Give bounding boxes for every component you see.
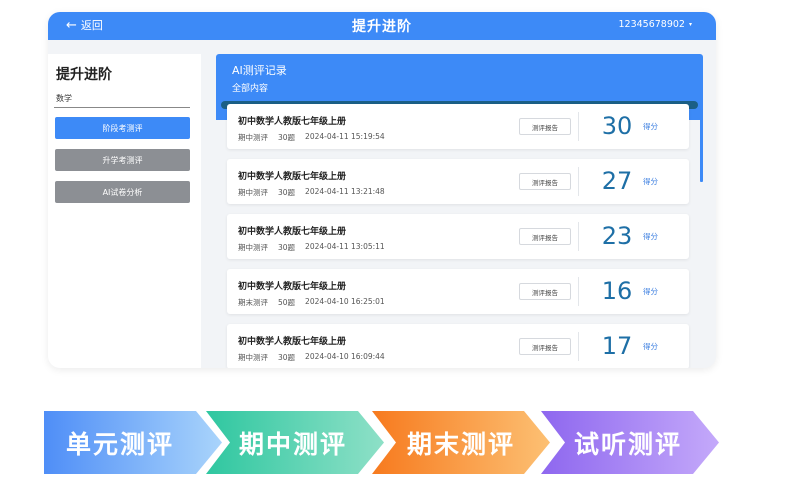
banner-final-test: 期末测评 [372,411,552,474]
record-item[interactable]: 初中数学人教版七年级上册 期中测评 30题 2024-04-10 16:09:4… [227,324,689,368]
score-unit: 得分 [643,122,658,131]
records-filter[interactable]: 全部内容 [232,81,268,94]
record-name: 初中数学人教版七年级上册 [238,337,347,347]
record-name: 初中数学人教版七年级上册 [238,282,347,292]
records-panel: AI测评记录 全部内容 初中数学人教版七年级上册 期中测评 30题 2024-0… [216,54,704,368]
account-number: 12345678902 [618,19,685,30]
record-meta: 期末测评 50题 2024-04-10 16:25:01 [238,297,385,308]
record-score: 30 [601,112,633,140]
record-item[interactable]: 初中数学人教版七年级上册 期末测评 50题 2024-04-10 16:25:0… [227,269,689,314]
banner-midterm-test: 期中测评 [206,411,386,474]
record-time: 2024-04-11 13:21:48 [305,187,385,196]
record-score: 17 [601,332,633,360]
banner-label: 期末测评 [406,429,515,459]
record-meta: 期中测评 30题 2024-04-10 16:09:44 [238,352,385,363]
record-time: 2024-04-10 16:09:44 [305,352,385,361]
record-count: 30题 [278,243,296,252]
record-name: 初中数学人教版七年级上册 [238,117,347,127]
record-score: 27 [601,167,633,195]
record-time: 2024-04-11 13:05:11 [305,242,385,251]
record-name: 初中数学人教版七年级上册 [238,227,347,237]
record-item[interactable]: 初中数学人教版七年级上册 期中测评 30题 2024-04-11 13:05:1… [227,214,689,259]
banner-label: 单元测评 [65,429,174,459]
divider [578,277,579,306]
record-time: 2024-04-10 16:25:01 [305,297,385,306]
caret-down-icon: ▾ [688,21,692,28]
app-window: ← 返回 提升进阶 12345678902 ▾ 提升进阶 数学 阶段考测评 升学… [48,12,716,368]
sidebar-item-ai-paper-analysis[interactable]: AI试卷分析 [55,181,190,203]
records-title: AI测评记录 [232,64,287,77]
divider [578,332,579,361]
record-type: 期末测评 [238,298,268,307]
record-item[interactable]: 初中数学人教版七年级上册 期中测评 30题 2024-04-11 13:21:4… [227,159,689,204]
score-unit: 得分 [643,232,658,241]
account-menu[interactable]: 12345678902 ▾ [618,19,692,30]
page-title: 提升进阶 [352,19,412,35]
divider [578,222,579,251]
record-count: 30题 [278,133,296,142]
record-name: 初中数学人教版七年级上册 [238,172,347,182]
report-button[interactable]: 测评报告 [519,228,571,245]
report-button[interactable]: 测评报告 [519,118,571,135]
record-count: 50题 [278,298,296,307]
banner-label: 期中测评 [238,429,347,459]
record-type: 期中测评 [238,353,268,362]
record-type: 期中测评 [238,188,268,197]
sidebar-item-stage-exam[interactable]: 阶段考测评 [55,117,190,139]
record-item[interactable]: 初中数学人教版七年级上册 期中测评 30题 2024-04-11 15:19:5… [227,104,689,149]
record-count: 30题 [278,188,296,197]
subject-selector[interactable]: 数学 [56,93,72,104]
top-bar: ← 返回 提升进阶 12345678902 ▾ [48,12,716,40]
record-score: 23 [601,222,633,250]
record-meta: 期中测评 30题 2024-04-11 13:21:48 [238,187,385,198]
score-unit: 得分 [643,177,658,186]
record-count: 30题 [278,353,296,362]
banner-trial-test: 试听测评 [541,411,721,474]
record-type: 期中测评 [238,243,268,252]
divider [578,112,579,141]
banner-label: 试听测评 [573,429,682,459]
report-button[interactable]: 测评报告 [519,283,571,300]
divider [578,167,579,196]
scrollbar[interactable] [700,109,703,182]
record-score: 16 [601,277,633,305]
record-time: 2024-04-11 15:19:54 [305,132,385,141]
sidebar-title: 提升进阶 [56,67,112,83]
record-meta: 期中测评 30题 2024-04-11 13:05:11 [238,242,385,253]
report-button[interactable]: 测评报告 [519,338,571,355]
sidebar-item-entrance-exam[interactable]: 升学考测评 [55,149,190,171]
record-type: 期中测评 [238,133,268,142]
subject-underline [54,107,190,108]
score-unit: 得分 [643,287,658,296]
banner-unit-test: 单元测评 [44,411,224,474]
record-meta: 期中测评 30题 2024-04-11 15:19:54 [238,132,385,143]
report-button[interactable]: 测评报告 [519,173,571,190]
score-unit: 得分 [643,342,658,351]
sidebar: 提升进阶 数学 阶段考测评 升学考测评 AI试卷分析 [48,54,201,368]
